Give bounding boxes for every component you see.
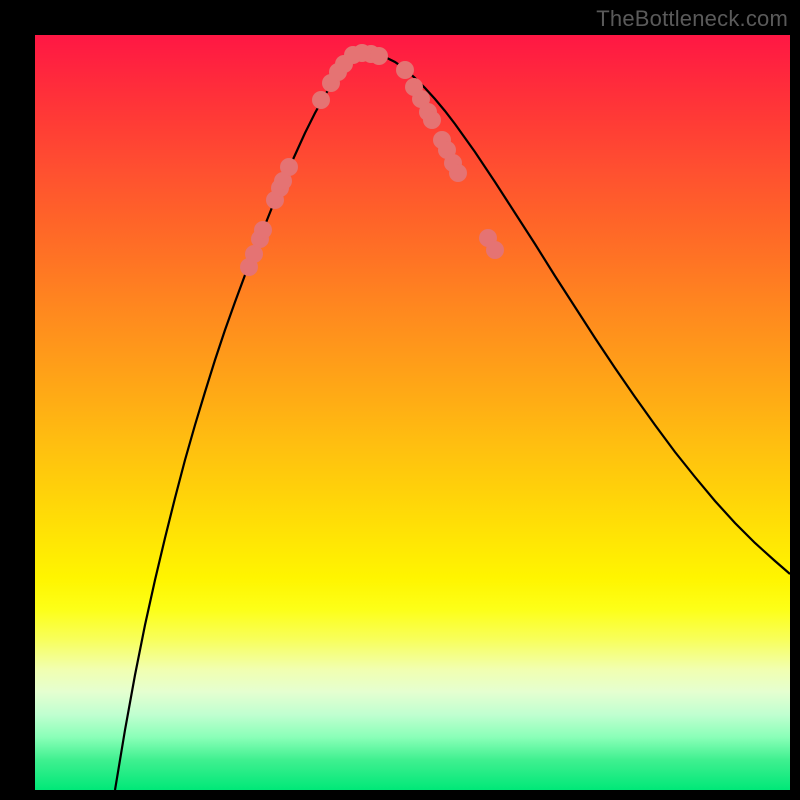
plot-area — [35, 35, 790, 790]
marker-dot — [486, 241, 504, 259]
marker-dot — [423, 111, 441, 129]
marker-dot — [254, 221, 272, 239]
marker-dot — [370, 47, 388, 65]
curve-right — [355, 53, 790, 574]
watermark-text: TheBottleneck.com — [596, 6, 788, 32]
marker-dot — [312, 91, 330, 109]
markers-group — [240, 44, 504, 276]
chart-svg — [35, 35, 790, 790]
curve-left — [115, 53, 355, 790]
marker-dot — [280, 158, 298, 176]
marker-dot — [396, 61, 414, 79]
marker-dot — [449, 164, 467, 182]
